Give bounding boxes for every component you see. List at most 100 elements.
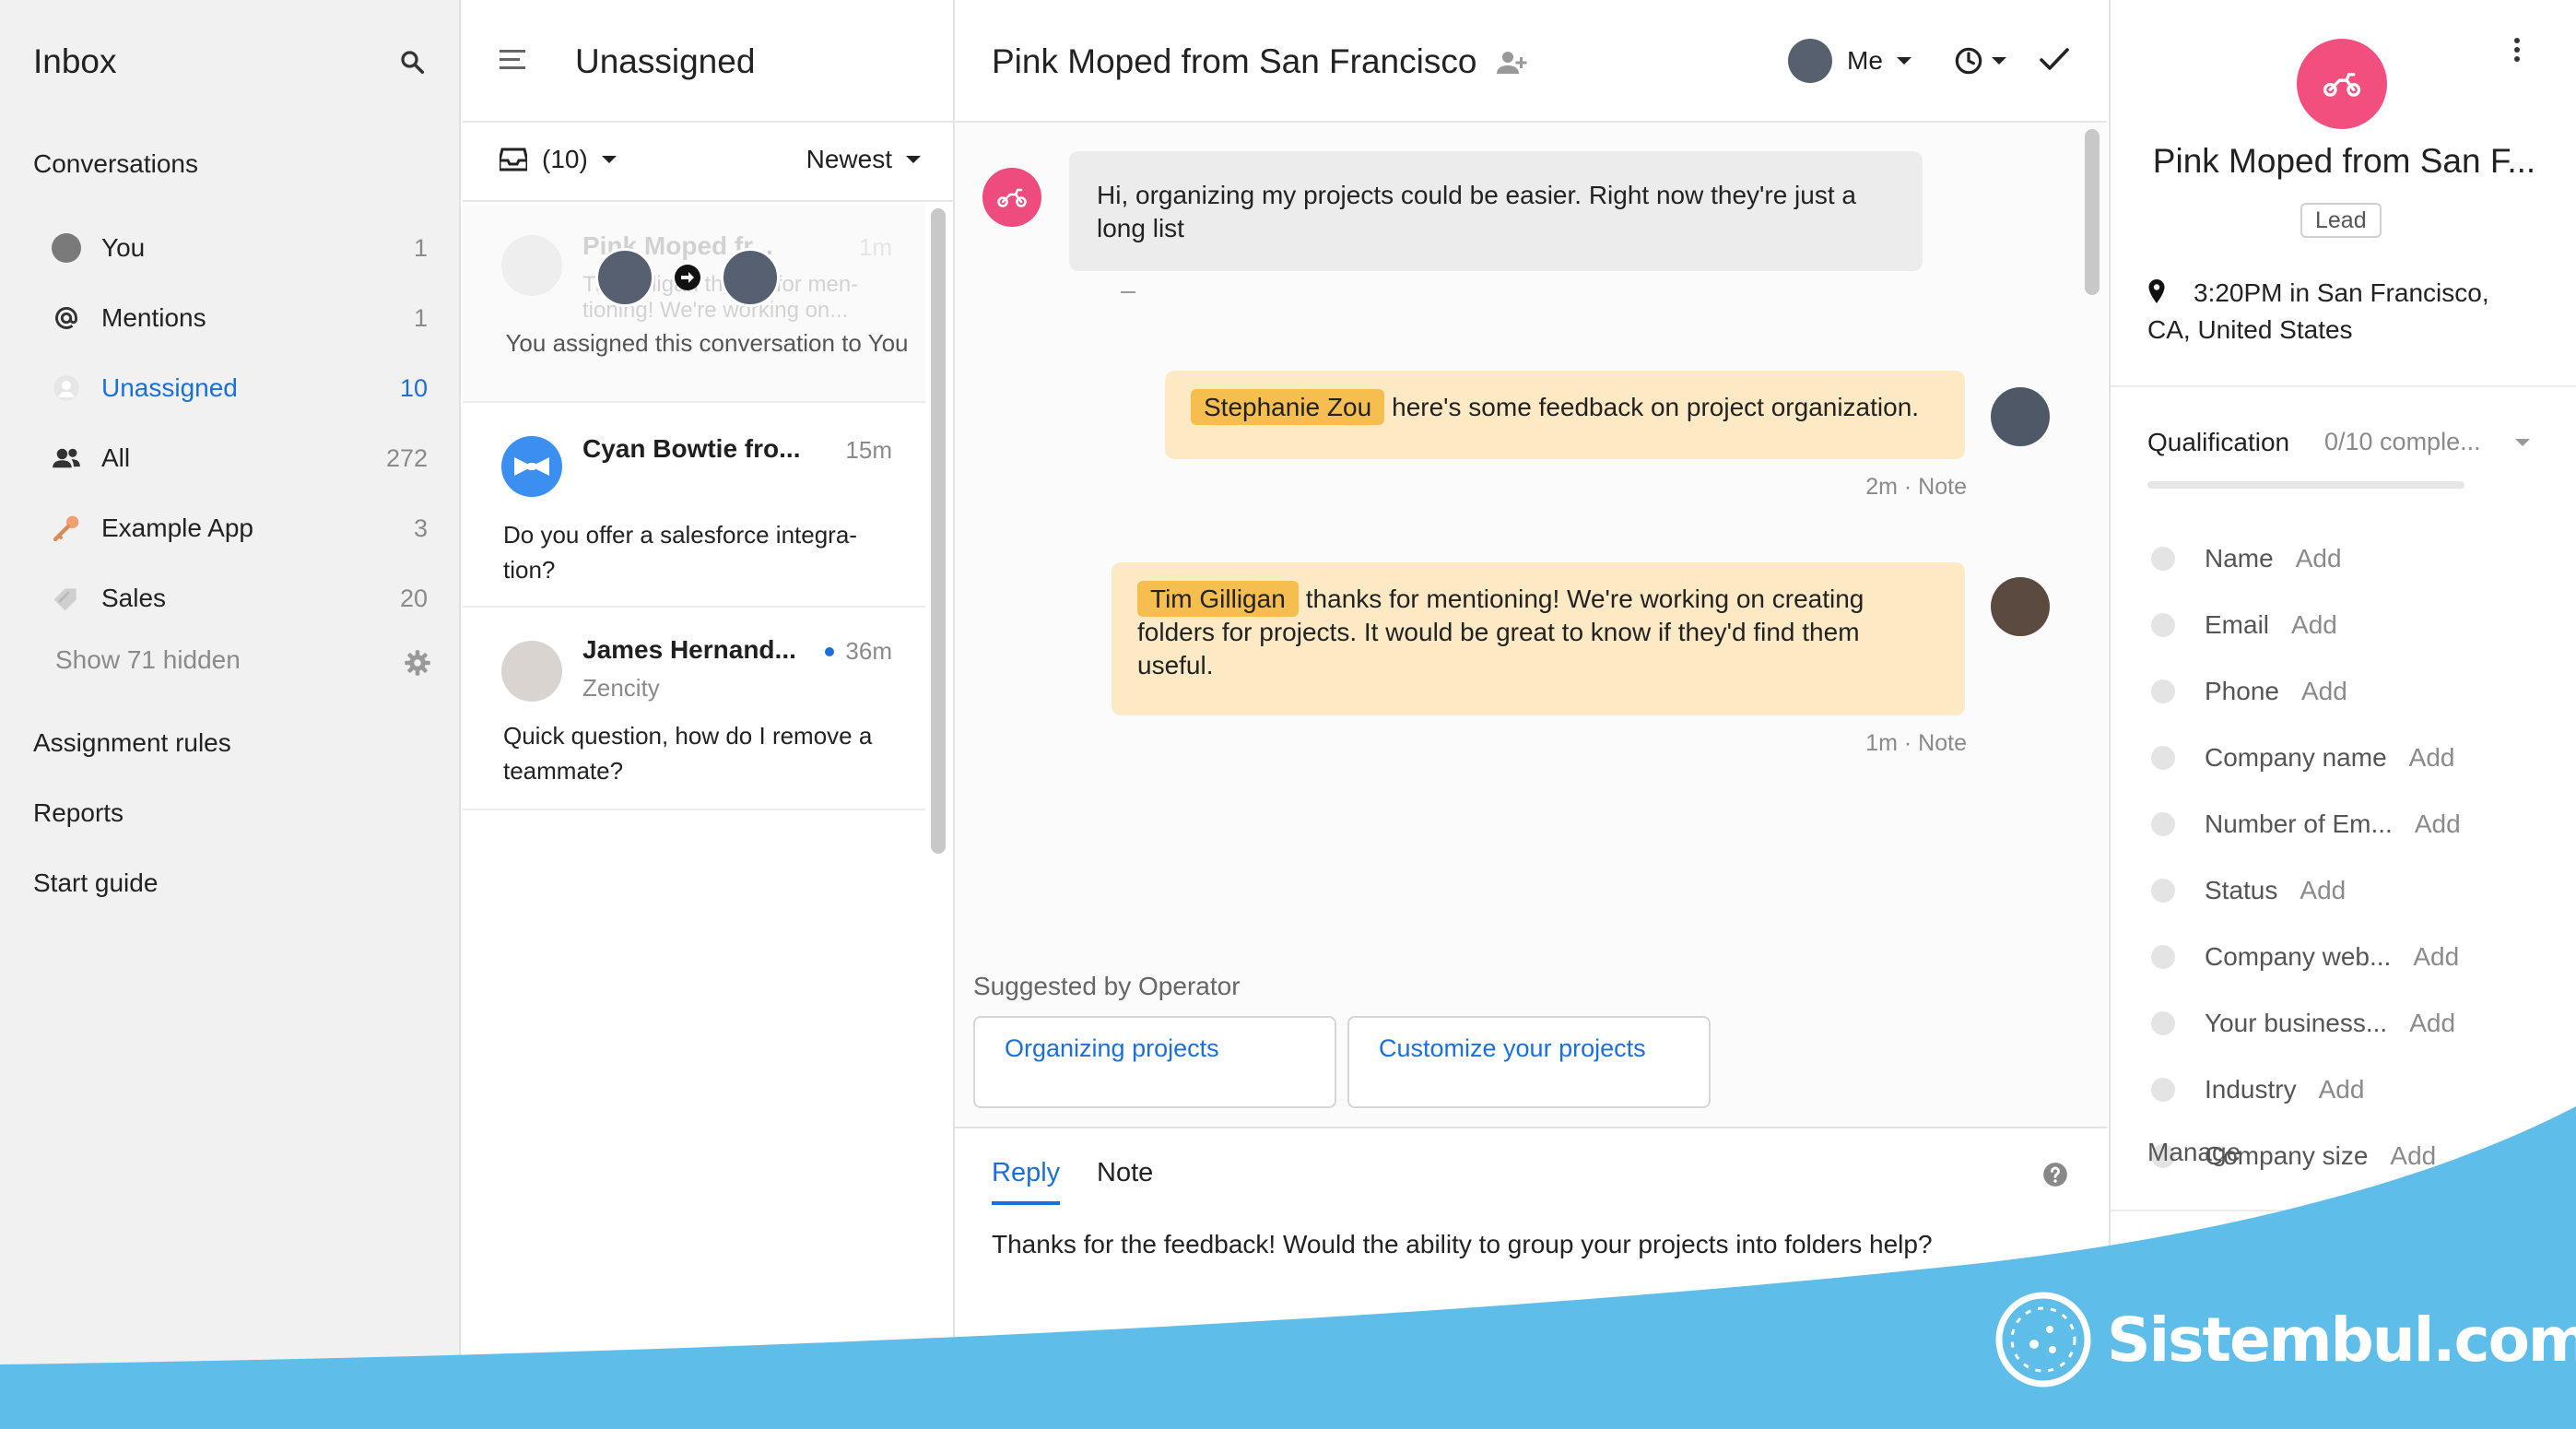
tab-note[interactable]: Note [1097, 1158, 1153, 1188]
add-field-link[interactable]: Add [2409, 1009, 2455, 1038]
add-field-link[interactable]: Add [2409, 743, 2455, 773]
reports-link[interactable]: Reports [33, 798, 124, 828]
mention-tag[interactable]: Stephanie Zou [1191, 389, 1385, 425]
close-conversation-check-icon[interactable] [2039, 46, 2070, 74]
conversation-name: James Hernand... [582, 635, 796, 664]
conversation-time: 15m [845, 436, 892, 464]
chat-title: Pink Moped from San Francisco [992, 42, 1477, 80]
qualification-progress-bar [2147, 481, 2464, 489]
team-icon [50, 442, 83, 475]
internal-note: Tim Gilligan thanks for mentioning! We're… [1112, 562, 1965, 715]
sidebar-item-count: 20 [399, 584, 428, 612]
status-dot-icon [2151, 679, 2175, 703]
user-location: 3:20PM in San Francisco, CA, United Stat… [2147, 278, 2489, 344]
status-dot-icon [2151, 879, 2175, 903]
chevron-down-icon[interactable] [2513, 437, 2532, 448]
sidebar-title: Inbox [33, 42, 117, 80]
add-field-link[interactable]: Add [2319, 1075, 2365, 1104]
sidebar-item-label: All [101, 443, 131, 472]
paperclip-icon[interactable] [1267, 1377, 1293, 1403]
calendar-icon[interactable] [1323, 1377, 1347, 1403]
sidebar-item-label: Unassigned [101, 373, 238, 402]
chat-scrollbar[interactable] [2085, 129, 2100, 295]
add-field-link[interactable]: Add [2291, 610, 2337, 640]
conversation-time: 1m [858, 233, 892, 261]
bookmark-icon[interactable] [1041, 1377, 1062, 1403]
gif-button[interactable]: GIF [1147, 1378, 1181, 1402]
last-viewed-row: exampleapp.io 3m ago [2147, 1307, 2454, 1336]
manage-link[interactable]: Manage [2147, 1138, 2241, 1167]
qualification-field-row[interactable]: Company web... Add [2151, 939, 2557, 975]
sidebar-item-count: 1 [413, 233, 428, 262]
list-filter-bar: (10) Newest [463, 124, 955, 202]
add-field-link[interactable]: Add [2415, 809, 2461, 839]
sidebar-item-label: Sales [101, 584, 167, 612]
sort-dropdown[interactable]: Newest [806, 145, 922, 174]
add-field-link[interactable]: Add [2301, 677, 2347, 706]
assigned-conversation-card[interactable]: Pink Moped fr... 1m Tim Gilligan thanks … [463, 204, 925, 403]
sidebar-item-all[interactable]: All 272 [50, 435, 428, 481]
qualification-field-row[interactable]: Phone Add [2151, 673, 2557, 710]
moped-avatar-icon [2297, 39, 2387, 129]
unread-dot-icon [825, 646, 835, 656]
qualification-label[interactable]: Qualification [2147, 428, 2289, 457]
qualification-field-row[interactable]: Status Add [2151, 872, 2557, 909]
qualification-field-row[interactable]: Number of Em... Add [2151, 806, 2557, 843]
status-dot-icon [2151, 812, 2175, 836]
sidebar-item-unassigned[interactable]: Unassigned 10 [50, 365, 428, 411]
list-scrollbar[interactable] [931, 208, 946, 854]
article-icon[interactable] [990, 1377, 1012, 1403]
field-name: Industry [2205, 1075, 2297, 1104]
qualification-field-row[interactable]: Email Add [2151, 607, 2557, 644]
qualification-field-row[interactable]: Industry Add [2151, 1071, 2557, 1108]
moped-avatar-icon [982, 168, 1041, 227]
reply-input[interactable]: Thanks for the feedback! Would the abili… [992, 1230, 1933, 1259]
send-and-close-button[interactable]: Send and close [1666, 1364, 1906, 1423]
tab-reply[interactable]: Reply [992, 1158, 1061, 1205]
add-person-icon[interactable] [1497, 50, 1528, 76]
list-item[interactable]: James Hernand... 36m Zencity Quick quest… [463, 609, 925, 810]
assignee-dropdown[interactable]: Me [1788, 39, 1912, 83]
sidebar-item-sales[interactable]: Sales 20 [50, 575, 428, 621]
help-icon[interactable] [2042, 1162, 2068, 1187]
qualification-field-row[interactable]: Name Add [2151, 540, 2557, 577]
mention-tag[interactable]: Tim Gilligan [1137, 581, 1299, 617]
sidebar-item-mentions[interactable]: Mentions 1 [50, 295, 428, 341]
avatar [501, 641, 562, 702]
suggestion-customize-projects[interactable]: Customize your projects [1347, 1016, 1711, 1108]
inbox-sidebar: Inbox Conversations You 1 Mentions 1 Una… [0, 0, 461, 1429]
sidebar-item-example-app[interactable]: Example App 3 [50, 505, 428, 551]
emoji-icon[interactable] [1091, 1377, 1117, 1403]
show-hidden-link[interactable]: Show 71 hidden [55, 645, 241, 675]
gear-icon[interactable] [404, 649, 431, 677]
conversation-view: Pink Moped from San Francisco Me Hi, org… [955, 0, 2107, 1429]
add-field-link[interactable]: Add [2296, 544, 2342, 573]
qualification-field-row[interactable]: Company name Add [2151, 739, 2557, 776]
add-field-link[interactable]: Add [2413, 942, 2459, 972]
status-dot-icon [2151, 1078, 2175, 1102]
sidebar-item-you[interactable]: You 1 [50, 225, 428, 271]
more-options-icon[interactable] [2513, 37, 2521, 63]
start-guide-link[interactable]: Start guide [33, 868, 158, 898]
status-dot-icon [2151, 613, 2175, 637]
send-button[interactable]: Send [1996, 1364, 2088, 1423]
hamburger-menu-icon[interactable] [500, 48, 527, 72]
add-field-link[interactable]: Add [2300, 876, 2346, 905]
inbox-filter-dropdown[interactable]: (10) [500, 145, 618, 174]
sidebar-item-count: 10 [399, 373, 428, 402]
suggestion-organizing-projects[interactable]: Organizing projects [973, 1016, 1336, 1108]
last-viewed-label[interactable]: Last viewed [2147, 1250, 2284, 1280]
list-item[interactable]: Cyan Bowtie fro... 15m Do you offer a sa… [463, 405, 925, 608]
conversation-list: Unassigned (10) Newest Pink Moped fr... … [463, 0, 955, 1429]
field-name: Email [2205, 610, 2270, 639]
chevron-down-icon[interactable] [1853, 1366, 1904, 1422]
conversation-company: Zencity [582, 674, 660, 702]
assignment-rules-link[interactable]: Assignment rules [33, 728, 231, 758]
last-viewed-site[interactable]: exampleapp.io [2175, 1307, 2331, 1335]
qualification-field-row[interactable]: Your business... Add [2151, 1005, 2557, 1042]
image-icon[interactable] [1210, 1378, 1238, 1402]
field-name: Status [2205, 876, 2278, 904]
search-icon[interactable] [398, 48, 426, 76]
add-field-link[interactable]: Add [2390, 1141, 2436, 1171]
snooze-dropdown[interactable] [1954, 46, 2007, 76]
